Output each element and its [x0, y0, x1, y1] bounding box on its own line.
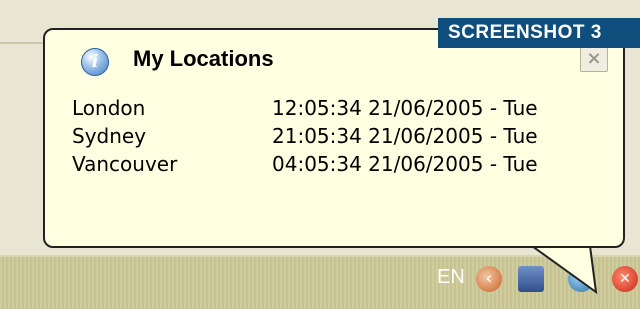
location-time: 12:05:34 21/06/2005 - Tue [272, 96, 538, 120]
location-city: Vancouver [72, 152, 178, 176]
location-row: Vancouver 04:05:34 21/06/2005 - Tue [72, 152, 612, 180]
info-icon: i [81, 48, 109, 76]
back-arrow-icon[interactable]: ‹ [476, 266, 502, 292]
language-indicator[interactable]: EN [437, 266, 465, 289]
network-icon[interactable] [518, 266, 544, 292]
location-city: London [72, 96, 146, 120]
location-time: 21:05:34 21/06/2005 - Tue [272, 124, 538, 148]
stop-icon[interactable]: ✕ [612, 266, 638, 292]
location-row: Sydney 21:05:34 21/06/2005 - Tue [72, 124, 612, 152]
location-city: Sydney [72, 124, 147, 148]
globe-clock-icon[interactable] [568, 266, 594, 292]
location-time: 04:05:34 21/06/2005 - Tue [272, 152, 538, 176]
notification-balloon: i My Locations × London 12:05:34 21/06/2… [43, 28, 625, 248]
screenshot-badge: SCREENSHOT 3 [438, 18, 640, 48]
location-list: London 12:05:34 21/06/2005 - Tue Sydney … [72, 96, 612, 180]
location-row: London 12:05:34 21/06/2005 - Tue [72, 96, 612, 124]
balloon-title: My Locations [133, 46, 274, 71]
taskbar [0, 255, 640, 309]
close-button[interactable]: × [580, 46, 608, 72]
